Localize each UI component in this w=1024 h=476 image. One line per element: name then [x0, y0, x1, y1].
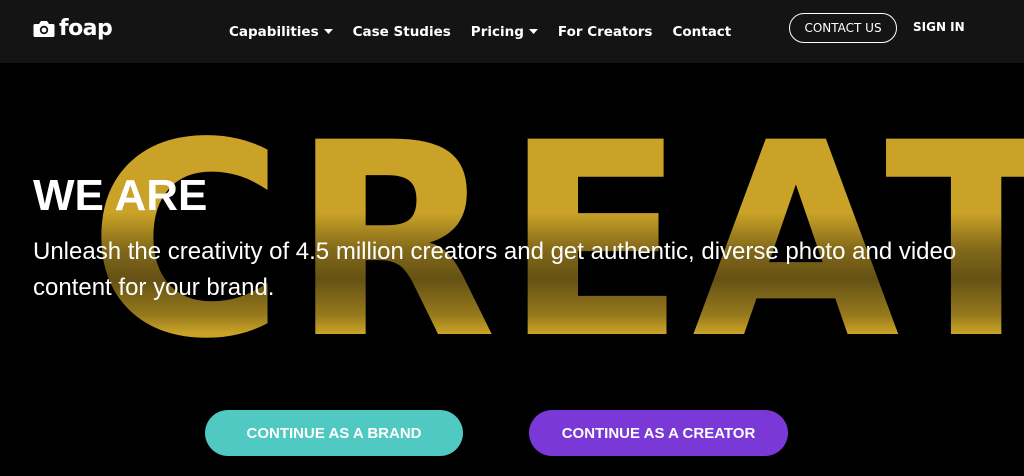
logo-text: foap: [59, 16, 113, 41]
nav-item-label: Pricing: [470, 23, 524, 40]
page: foap Capabilities Case Studies Pricing F…: [0, 0, 1024, 476]
caret-down-icon: [323, 29, 333, 34]
nav-item-pricing[interactable]: Pricing: [471, 24, 538, 40]
nav-item-contact[interactable]: Contact: [672, 24, 731, 40]
continue-as-brand-button[interactable]: CONTINUE AS A BRAND: [205, 410, 463, 456]
hero-headline: WE ARE: [33, 171, 208, 220]
nav-item-case-studies[interactable]: Case Studies: [353, 24, 451, 40]
caret-down-icon: [528, 29, 538, 34]
hero-subtitle: Unleash the creativity of 4.5 million cr…: [33, 238, 957, 301]
top-navbar: foap Capabilities Case Studies Pricing F…: [0, 0, 1024, 63]
nav-item-label: Case Studies: [352, 23, 451, 40]
nav-item-label: Capabilities: [229, 23, 319, 40]
nav-item-label: Contact: [672, 23, 732, 40]
contact-us-button[interactable]: CONTACT US: [789, 13, 897, 43]
main-nav: Capabilities Case Studies Pricing For Cr…: [229, 0, 751, 63]
nav-item-label: For Creators: [557, 23, 653, 40]
nav-item-capabilities[interactable]: Capabilities: [229, 24, 333, 40]
continue-as-creator-button[interactable]: CONTINUE AS A CREATOR: [529, 410, 788, 456]
hero-section: CREATIV WE ARE Unleash the creativity of…: [0, 63, 1024, 476]
foap-logo[interactable]: foap: [33, 15, 113, 43]
camera-icon: [33, 21, 55, 37]
nav-item-for-creators[interactable]: For Creators: [558, 24, 653, 40]
sign-in-link[interactable]: SIGN IN: [913, 20, 965, 34]
